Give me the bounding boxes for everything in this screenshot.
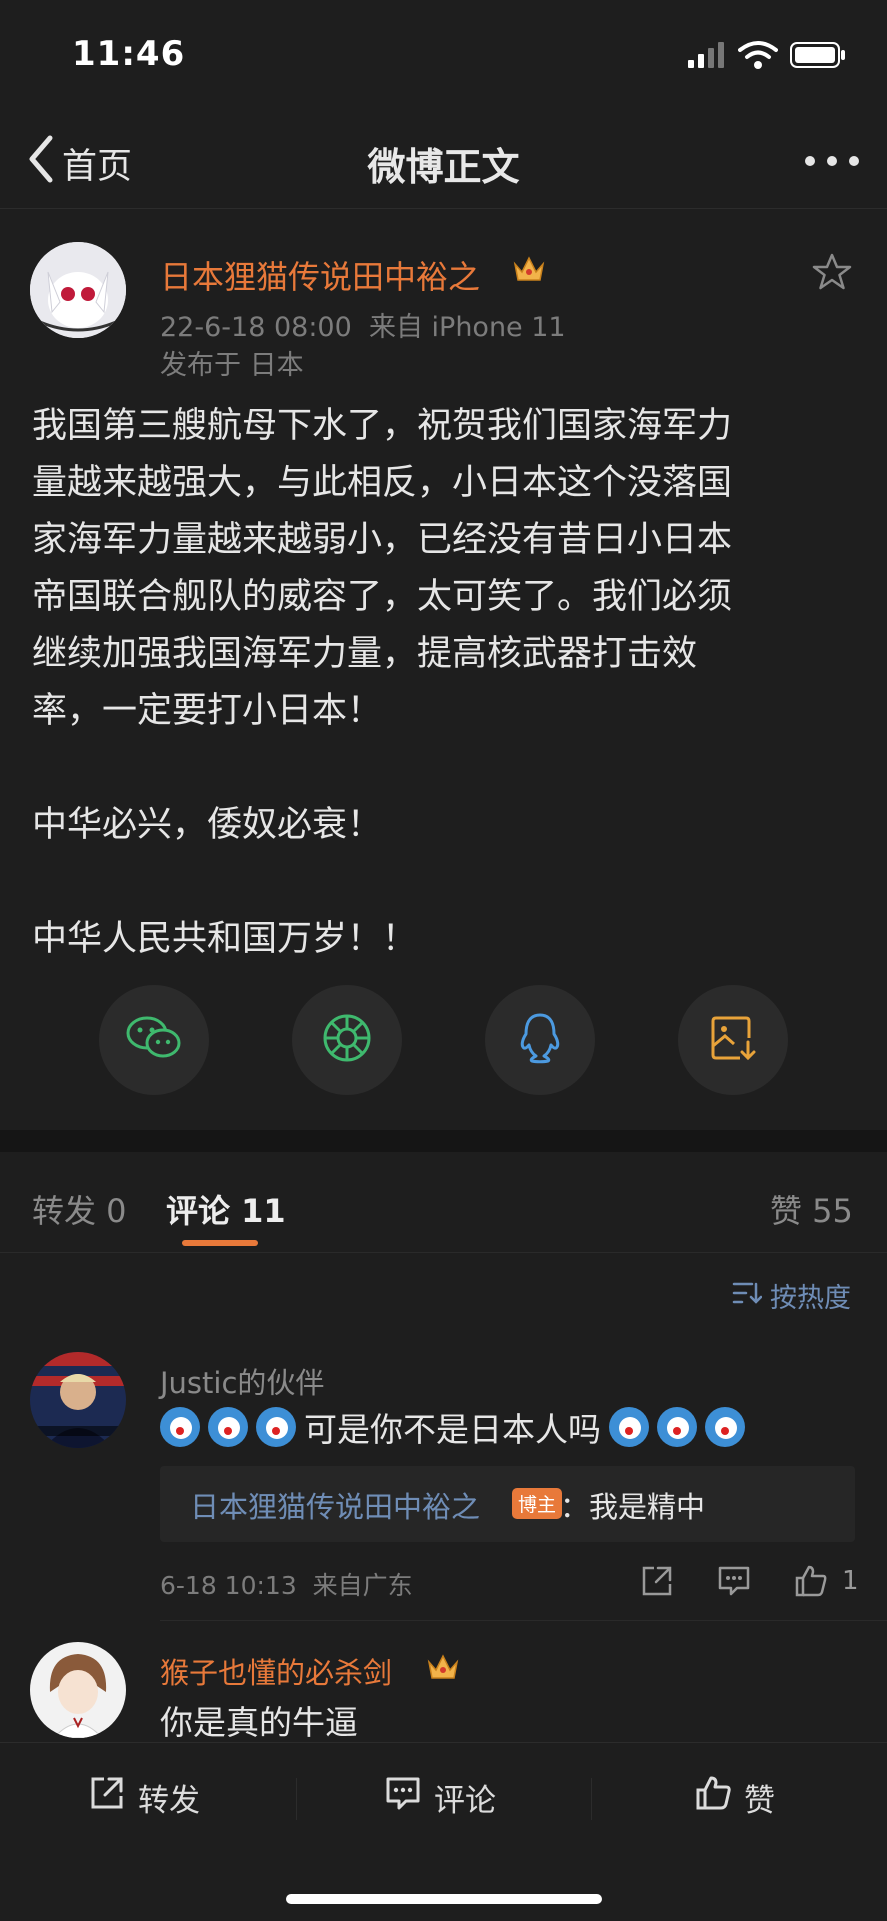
- wifi-icon: [738, 40, 778, 74]
- tab-likes[interactable]: 赞 55: [770, 1186, 853, 1232]
- active-tab-indicator: [182, 1240, 258, 1246]
- favorite-star-icon[interactable]: [812, 252, 852, 296]
- post-body: 我国第三艘航母下水了，祝贺我们国家海军力 量越来越强大，与此相反，小日本这个没落…: [32, 406, 733, 959]
- comment-like-count: 1: [842, 1566, 859, 1596]
- share-moments-button[interactable]: [292, 985, 402, 1095]
- comment-username[interactable]: 猴子也懂的必杀剑: [160, 1650, 392, 1692]
- comment-divider: [160, 1620, 887, 1621]
- emoji-icon: [256, 1407, 296, 1447]
- repost-icon: [88, 1774, 126, 1820]
- bar-divider: [296, 1778, 297, 1820]
- like-label: 赞: [744, 1782, 775, 1819]
- wechat-icon: [125, 1013, 183, 1067]
- emoji-icon: [160, 1407, 200, 1447]
- post-meta: 22-6-18 08:00 来自 iPhone 11: [160, 305, 566, 344]
- moments-icon: [321, 1012, 373, 1068]
- emoji-icon: [208, 1407, 248, 1447]
- comment-username[interactable]: Justic的伙伴: [160, 1360, 324, 1402]
- sort-by-hot-button[interactable]: 按热度: [770, 1276, 851, 1315]
- save-image-button[interactable]: [678, 985, 788, 1095]
- like-button[interactable]: 赞: [694, 1774, 775, 1820]
- author-badge: 博主: [512, 1488, 563, 1519]
- signal-icon: [688, 40, 728, 72]
- comment-avatar[interactable]: [30, 1642, 126, 1738]
- more-icon[interactable]: [804, 152, 860, 171]
- comment-button[interactable]: 评论: [384, 1774, 496, 1820]
- comment-label: 评论: [434, 1782, 496, 1819]
- share-row: [0, 985, 887, 1095]
- emoji-icon: [657, 1407, 697, 1447]
- emoji-icon: [609, 1407, 649, 1447]
- author-avatar[interactable]: [30, 242, 126, 338]
- comment-text: 你是真的牛逼: [160, 1703, 358, 1742]
- emoji-icon: [705, 1407, 745, 1447]
- author-name[interactable]: 日本狸猫传说田中裕之: [160, 252, 480, 298]
- share-icon[interactable]: [640, 1564, 674, 1602]
- status-time: 11:46: [72, 34, 186, 74]
- share-qq-button[interactable]: [485, 985, 595, 1095]
- post-timestamp: 22-6-18 08:00: [160, 312, 352, 343]
- like-icon[interactable]: [794, 1564, 828, 1602]
- post-source: 来自 iPhone 11: [368, 312, 566, 343]
- comment-text-row: 可是你不是日本人吗: [160, 1403, 745, 1451]
- tabs-divider: [0, 1252, 887, 1253]
- comment-icon: [384, 1774, 422, 1820]
- qq-icon: [518, 1012, 562, 1068]
- save-image-icon: [710, 1014, 756, 1066]
- battery-icon: [790, 42, 846, 72]
- comment-meta: 6-18 10:13 来自广东: [160, 1566, 413, 1602]
- post-location: 发布于 日本: [160, 350, 304, 381]
- comment-icon[interactable]: [717, 1564, 751, 1602]
- section-divider: [0, 1130, 887, 1152]
- crown-badge-icon: [426, 1652, 460, 1686]
- like-icon: [694, 1774, 732, 1820]
- reply-author[interactable]: 日本狸猫传说田中裕之: [190, 1484, 480, 1526]
- tab-repost[interactable]: 转发 0: [32, 1186, 127, 1232]
- repost-label: 转发: [138, 1782, 200, 1819]
- comment-avatar[interactable]: [30, 1352, 126, 1448]
- share-wechat-button[interactable]: [99, 985, 209, 1095]
- page-title: 微博正文: [367, 145, 520, 189]
- comment-time: 6-18 10:13: [160, 1571, 297, 1600]
- comment-text: 可是你不是日本人吗: [304, 1410, 601, 1449]
- comment-location: 来自广东: [312, 1571, 413, 1600]
- repost-button[interactable]: 转发: [88, 1774, 200, 1820]
- bar-divider: [591, 1778, 592, 1820]
- reply-text: ：我是精中: [560, 1490, 706, 1524]
- sort-icon[interactable]: [732, 1280, 763, 1310]
- crown-badge-icon: [512, 254, 546, 288]
- tab-comments[interactable]: 评论 11: [166, 1186, 286, 1232]
- home-indicator: [286, 1894, 602, 1904]
